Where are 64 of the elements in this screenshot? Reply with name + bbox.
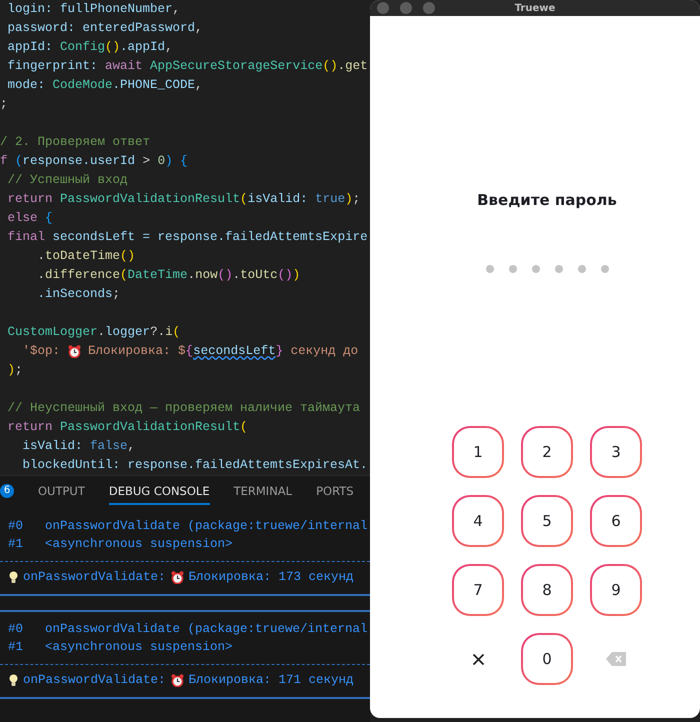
code-line: / 2. Проверяем ответ xyxy=(0,134,152,151)
code-line: // Успешный вход xyxy=(6,172,129,189)
frame-index: #0 xyxy=(7,518,24,535)
backspace-button[interactable] xyxy=(606,652,626,666)
code-line: mode: CodeMode.PHONE_CODE, xyxy=(6,77,204,94)
stack-frame-text: onPasswordValidate (package:truewe/internal xyxy=(45,621,368,638)
digit-key[interactable]: 0 xyxy=(521,633,573,685)
digit-key[interactable]: 7 xyxy=(452,564,504,616)
code-line: return PasswordValidationResult(isValid: true); xyxy=(6,191,362,208)
window-control-button[interactable] xyxy=(400,2,412,14)
light-bulb-icon xyxy=(9,570,18,584)
digit-key[interactable]: 8 xyxy=(521,564,573,616)
code-text: '$op: xyxy=(22,343,62,360)
log-text: Блокировка: 171 секунд xyxy=(188,673,354,687)
code-text: Блокировка: ${secondsLeft} секунд до xyxy=(87,343,358,360)
window-title: Truewe xyxy=(514,2,556,14)
code-line: password: enteredPassword, xyxy=(6,20,204,37)
code-line: .inSeconds; xyxy=(36,286,122,303)
digit-key[interactable]: 6 xyxy=(590,495,642,547)
digit-key[interactable]: 9 xyxy=(590,564,642,616)
code-line: CustomLogger.logger?.i( xyxy=(6,324,182,341)
code-line: f (response.userId > 0) { xyxy=(0,153,189,170)
digit-key[interactable]: 1 xyxy=(452,426,504,478)
code-line: .toDateTime() xyxy=(36,248,136,265)
code-line: login: fullPhoneNumber, xyxy=(6,1,182,18)
panel-tab[interactable]: DEBUG CONSOLE xyxy=(108,478,210,504)
digit-key[interactable]: 3 xyxy=(590,426,642,478)
alarm-clock-icon xyxy=(68,345,81,358)
code-line: isValid: false, xyxy=(22,438,136,455)
code-line: appId: Config().appId, xyxy=(6,39,174,56)
digit-key[interactable]: 2 xyxy=(521,426,573,478)
frame-index: #1 xyxy=(7,639,24,656)
count-badge: 6 xyxy=(0,484,14,498)
alarm-clock-icon xyxy=(170,674,184,686)
password-heading: Введите пароль xyxy=(477,190,617,210)
code-line: final secondsLeft = response.failedAttemtsExpire xyxy=(6,229,369,246)
panel-tab[interactable]: TERMINAL xyxy=(234,478,292,504)
frame-index: #1 xyxy=(7,536,24,553)
code-line: fingerprint: await AppSecureStorageService().get xyxy=(6,58,369,75)
log-text: Блокировка: 173 секунд xyxy=(188,570,354,584)
backspace-icon xyxy=(606,652,626,666)
log-text: onPasswordValidate: xyxy=(23,570,166,584)
code-line: ); xyxy=(6,362,24,379)
stack-frame-text: <asynchronous suspension> xyxy=(45,639,233,656)
stack-frame-text: <asynchronous suspension> xyxy=(45,536,233,553)
panel-tab[interactable]: PORTS xyxy=(316,478,354,504)
code-line: .difference(DateTime.now().toUtc()) xyxy=(36,267,302,284)
code-line: ; xyxy=(0,96,9,113)
code-line: blockedUntil: response.failedAttemtsExpiresAt. xyxy=(22,457,369,474)
digit-key[interactable]: 4 xyxy=(452,495,504,547)
stack-frame-text: onPasswordValidate (package:truewe/internal xyxy=(45,518,368,535)
close-icon xyxy=(472,652,484,666)
window-control-button[interactable] xyxy=(423,2,435,14)
light-bulb-icon xyxy=(9,674,18,686)
frame-index: #0 xyxy=(7,621,24,638)
code-line: // Неуспешный вход — проверяем наличие таймаута xyxy=(6,400,362,417)
code-line: else { xyxy=(6,210,54,227)
code-line: return PasswordValidationResult( xyxy=(6,419,249,436)
panel-tab[interactable]: OUTPUT xyxy=(38,478,85,504)
window-control-button[interactable] xyxy=(377,2,389,14)
alarm-clock-icon xyxy=(170,570,184,584)
cancel-button[interactable] xyxy=(472,652,484,666)
digit-key[interactable]: 5 xyxy=(521,495,573,547)
log-text: onPasswordValidate: xyxy=(23,673,166,687)
